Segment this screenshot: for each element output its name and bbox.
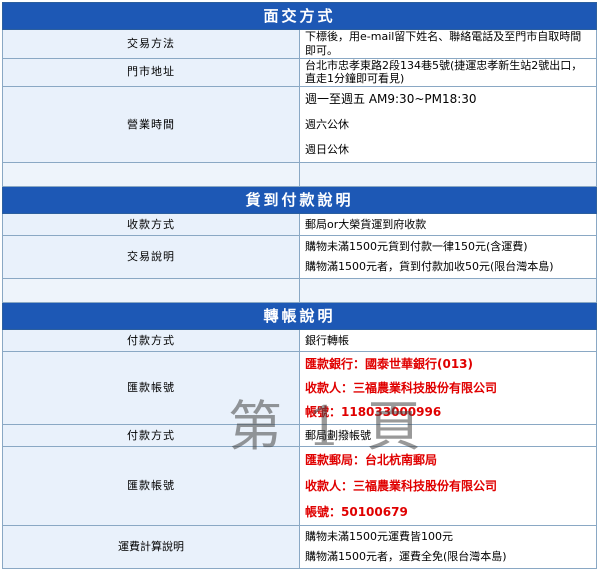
section-title-cod: 貨到付款說明 <box>2 186 597 214</box>
shipping-fee-label: 運費計算說明 <box>2 525 300 569</box>
shipping-line: 購物未滿1500元運費皆100元 <box>305 530 453 544</box>
row-store-address: 門市地址 台北市忠孝東路2段134巷5號(捷運忠孝新生站2號出口，直走1分鐘即可… <box>2 57 597 87</box>
spacer-row <box>2 278 597 303</box>
section-header-meet: 面交方式 <box>2 2 597 30</box>
section-title-transfer: 轉帳說明 <box>2 302 597 330</box>
shipping-fee-lines: 購物未滿1500元運費皆100元 購物滿1500元者，運費全免(限台灣本島) <box>305 527 591 567</box>
row-trade-explain: 交易說明 購物未滿1500元貨到付款一律150元(含運費) 購物滿1500元者，… <box>2 235 597 279</box>
payment-info-sheet: 面交方式 交易方法 下標後，用e-mail留下姓名、聯絡電話及至門市自取時間即可… <box>2 2 597 569</box>
spacer-row <box>2 162 597 187</box>
collect-method-text: 郵局or大榮貨運到府收款 <box>299 213 597 236</box>
row-shipping-fee: 運費計算說明 購物未滿1500元運費皆100元 購物滿1500元者，運費全免(限… <box>2 525 597 569</box>
row-post-account: 匯款帳號 匯款郵局：台北杭南郵局 收款人：三福農業科技股份有限公司 帳號：501… <box>2 446 597 526</box>
payee-line: 收款人：三福農業科技股份有限公司 <box>305 478 498 493</box>
bank-account-label: 匯款帳號 <box>2 351 300 425</box>
shipping-line: 購物滿1500元者，運費全免(限台灣本島) <box>305 550 507 564</box>
hours-line: 週六公休 <box>305 117 349 131</box>
collect-method-label: 收款方式 <box>2 213 300 236</box>
trade-explain-label: 交易說明 <box>2 235 300 279</box>
hours-line: 週日公休 <box>305 142 349 156</box>
row-business-hours: 營業時間 週一至週五 AM9:30~PM18:30 週六公休 週日公休 <box>2 86 597 163</box>
section-title-meet: 面交方式 <box>2 2 597 30</box>
post-account-label: 匯款帳號 <box>2 446 300 526</box>
explain-line: 購物滿1500元者，貨到付款加收50元(限台灣本島) <box>305 260 554 274</box>
row-bank-account: 匯款帳號 匯款銀行：國泰世華銀行(013) 收款人：三福農業科技股份有限公司 帳… <box>2 351 597 425</box>
pay-method-label: 付款方式 <box>2 329 300 352</box>
business-hours-lines: 週一至週五 AM9:30~PM18:30 週六公休 週日公休 <box>305 87 591 162</box>
account-number-line: 帳號：118033000996 <box>305 404 442 419</box>
business-hours-label: 營業時間 <box>2 86 300 163</box>
pay-method-text: 銀行轉帳 <box>299 329 597 352</box>
trade-method-label: 交易方法 <box>2 29 300 59</box>
bank-account-lines: 匯款銀行：國泰世華銀行(013) 收款人：三福農業科技股份有限公司 帳號：118… <box>305 352 591 424</box>
payee-line: 收款人：三福農業科技股份有限公司 <box>305 380 498 395</box>
section-header-transfer: 轉帳說明 <box>2 302 597 330</box>
explain-line: 購物未滿1500元貨到付款一律150元(含運費) <box>305 240 528 254</box>
pay-method-text: 郵局劃撥帳號 <box>299 424 597 447</box>
row-pay-method-bank: 付款方式 銀行轉帳 <box>2 329 597 352</box>
section-header-cod: 貨到付款說明 <box>2 186 597 214</box>
trade-method-text: 下標後，用e-mail留下姓名、聯絡電話及至門市自取時間即可。 <box>299 29 597 59</box>
trade-explain-lines: 購物未滿1500元貨到付款一律150元(含運費) 購物滿1500元者，貨到付款加… <box>305 237 591 277</box>
pay-method-label: 付款方式 <box>2 424 300 447</box>
row-pay-method-post: 付款方式 郵局劃撥帳號 <box>2 424 597 447</box>
store-address-text: 台北市忠孝東路2段134巷5號(捷運忠孝新生站2號出口，直走1分鐘即可看見) <box>299 57 597 87</box>
bank-name-line: 匯款銀行：國泰世華銀行(013) <box>305 356 474 371</box>
post-account-lines: 匯款郵局：台北杭南郵局 收款人：三福農業科技股份有限公司 帳號：50100679 <box>305 447 591 525</box>
payment-info-table: 面交方式 交易方法 下標後，用e-mail留下姓名、聯絡電話及至門市自取時間即可… <box>2 2 597 569</box>
row-collect-method: 收款方式 郵局or大榮貨運到府收款 <box>2 213 597 236</box>
row-trade-method: 交易方法 下標後，用e-mail留下姓名、聯絡電話及至門市自取時間即可。 <box>2 29 597 59</box>
store-address-label: 門市地址 <box>2 57 300 87</box>
account-number-line: 帳號：50100679 <box>305 504 408 519</box>
hours-line: 週一至週五 AM9:30~PM18:30 <box>305 92 477 106</box>
post-office-line: 匯款郵局：台北杭南郵局 <box>305 452 438 467</box>
